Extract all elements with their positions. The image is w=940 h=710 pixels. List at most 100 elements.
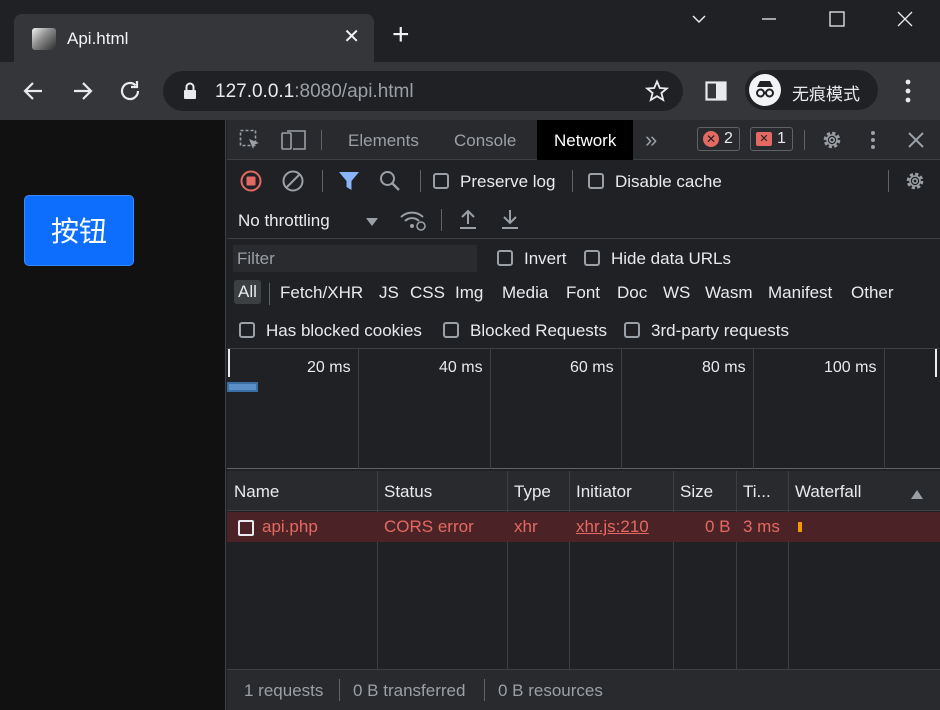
- request-table-header: Name Status Type Initiator Size Ti... Wa…: [227, 471, 940, 511]
- column-time[interactable]: Ti...: [743, 482, 771, 502]
- column-type[interactable]: Type: [514, 482, 551, 502]
- devtools-panel: Elements Console Network » ✕ 2 ✕ 1 Prese…: [227, 120, 940, 710]
- divider: [339, 679, 340, 701]
- type-filter-fetch-xhr[interactable]: Fetch/XHR: [280, 283, 363, 303]
- divider: [888, 170, 889, 192]
- incognito-profile-button[interactable]: 无痕模式: [745, 70, 878, 110]
- type-filter-js[interactable]: JS: [379, 283, 399, 303]
- tab-close-button[interactable]: ✕: [343, 26, 360, 48]
- type-filter-img[interactable]: Img: [455, 283, 483, 303]
- request-initiator-link[interactable]: xhr.js:210: [576, 517, 649, 537]
- side-panel-icon[interactable]: [705, 81, 727, 106]
- incognito-label: 无痕模式: [792, 85, 860, 104]
- filter-funnel-icon[interactable]: [338, 171, 360, 196]
- third-party-requests-checkbox[interactable]: [624, 322, 640, 338]
- filter-input[interactable]: [233, 245, 477, 272]
- column-status[interactable]: Status: [384, 482, 432, 502]
- reload-icon[interactable]: [116, 77, 144, 105]
- inspect-element-icon[interactable]: [239, 129, 261, 156]
- timeline-right-handle[interactable]: [935, 349, 937, 377]
- tab-network[interactable]: Network: [537, 120, 634, 160]
- disable-cache-label: Disable cache: [615, 172, 722, 191]
- status-resources: 0 B resources: [498, 681, 603, 700]
- device-toolbar-icon[interactable]: [281, 129, 307, 156]
- more-tabs-icon[interactable]: »: [645, 127, 657, 153]
- column-divider: [673, 471, 674, 669]
- disable-cache-checkbox[interactable]: [588, 173, 604, 189]
- close-icon[interactable]: [896, 10, 914, 33]
- timeline-left-handle[interactable]: [228, 349, 230, 377]
- status-requests: 1 requests: [244, 681, 324, 700]
- column-size[interactable]: Size: [680, 482, 713, 502]
- type-filter-media[interactable]: Media: [502, 283, 548, 303]
- tab-console[interactable]: Console: [454, 131, 516, 151]
- blocked-requests-checkbox[interactable]: [443, 322, 459, 338]
- type-filter-css[interactable]: CSS: [410, 283, 445, 303]
- settings-gear-icon[interactable]: [821, 129, 843, 156]
- table-row[interactable]: api.php CORS error xhr xhr.js:210 0 B 3 …: [227, 512, 940, 542]
- divider: [322, 170, 323, 192]
- type-filter-wasm[interactable]: Wasm: [705, 283, 753, 303]
- column-divider: [377, 471, 378, 669]
- sort-ascending-icon[interactable]: [911, 486, 923, 504]
- maximize-icon[interactable]: [828, 10, 846, 33]
- more-vert-icon[interactable]: [898, 78, 918, 109]
- bookmark-star-icon[interactable]: [644, 79, 670, 108]
- waterfall-bar: [798, 522, 802, 532]
- network-settings-gear-icon[interactable]: [904, 170, 926, 197]
- minimize-icon[interactable]: [760, 10, 778, 33]
- divider: [269, 283, 270, 305]
- address-bar[interactable]: 127.0.0.1:8080/api.html: [163, 71, 683, 111]
- tab-elements[interactable]: Elements: [348, 131, 419, 151]
- type-filter-doc[interactable]: Doc: [617, 283, 647, 303]
- back-arrow-icon[interactable]: [20, 77, 48, 105]
- type-filter-manifest[interactable]: Manifest: [768, 283, 832, 303]
- chevron-down-icon[interactable]: [690, 10, 708, 33]
- clear-icon[interactable]: [282, 170, 304, 197]
- url-host: 127.0.0.1: [215, 81, 295, 102]
- new-tab-button[interactable]: +: [392, 20, 410, 50]
- throttling-select[interactable]: No throttling: [238, 211, 330, 231]
- page-button[interactable]: 按钮: [24, 195, 134, 266]
- grid-line: [358, 349, 359, 469]
- column-divider: [507, 471, 508, 669]
- browser-toolbar: 127.0.0.1:8080/api.html 无痕模式: [0, 62, 940, 120]
- error-count-badge[interactable]: ✕ 2: [697, 127, 740, 151]
- column-name[interactable]: Name: [234, 482, 279, 502]
- browser-tab[interactable]: Api.html ✕: [14, 14, 374, 62]
- customize-menu-icon[interactable]: [867, 130, 879, 155]
- hide-data-urls-checkbox[interactable]: [584, 250, 600, 266]
- export-har-icon[interactable]: [500, 208, 520, 235]
- type-filter-ws[interactable]: WS: [663, 283, 690, 303]
- incognito-icon: [749, 74, 781, 106]
- close-devtools-icon[interactable]: [907, 131, 925, 154]
- favicon-icon: [32, 28, 56, 50]
- request-name[interactable]: api.php: [262, 517, 318, 537]
- stop-recording-icon[interactable]: [240, 170, 262, 197]
- has-blocked-cookies-checkbox[interactable]: [239, 322, 255, 338]
- column-waterfall[interactable]: Waterfall: [795, 482, 861, 502]
- status-transferred: 0 B transferred: [353, 681, 466, 700]
- import-har-icon[interactable]: [458, 208, 478, 235]
- forward-arrow-icon[interactable]: [68, 77, 96, 105]
- error-icon: ✕: [703, 131, 719, 147]
- type-filter-font[interactable]: Font: [566, 283, 600, 303]
- issue-count-badge[interactable]: ✕ 1: [750, 127, 793, 151]
- search-icon[interactable]: [379, 170, 401, 197]
- timeline-tick: 40 ms: [439, 359, 483, 376]
- column-initiator[interactable]: Initiator: [576, 482, 632, 502]
- has-blocked-cookies-label: Has blocked cookies: [266, 321, 422, 340]
- dropdown-arrow-icon[interactable]: [366, 215, 378, 233]
- invert-checkbox[interactable]: [497, 250, 513, 266]
- type-filter-other[interactable]: Other: [851, 283, 894, 303]
- type-filter-all[interactable]: All: [234, 280, 261, 304]
- preserve-log-label: Preserve log: [460, 172, 556, 191]
- preserve-log-checkbox[interactable]: [433, 173, 449, 189]
- timeline-tick: 100 ms: [824, 359, 877, 376]
- lock-icon[interactable]: [183, 82, 197, 105]
- blocked-requests-label: Blocked Requests: [470, 321, 608, 340]
- timeline-overview[interactable]: 20 ms 40 ms 60 ms 80 ms 100 ms: [227, 348, 940, 469]
- tab-strip: Api.html ✕ +: [0, 0, 940, 62]
- network-conditions-icon[interactable]: [399, 208, 427, 237]
- page-viewport: 按钮: [0, 120, 226, 710]
